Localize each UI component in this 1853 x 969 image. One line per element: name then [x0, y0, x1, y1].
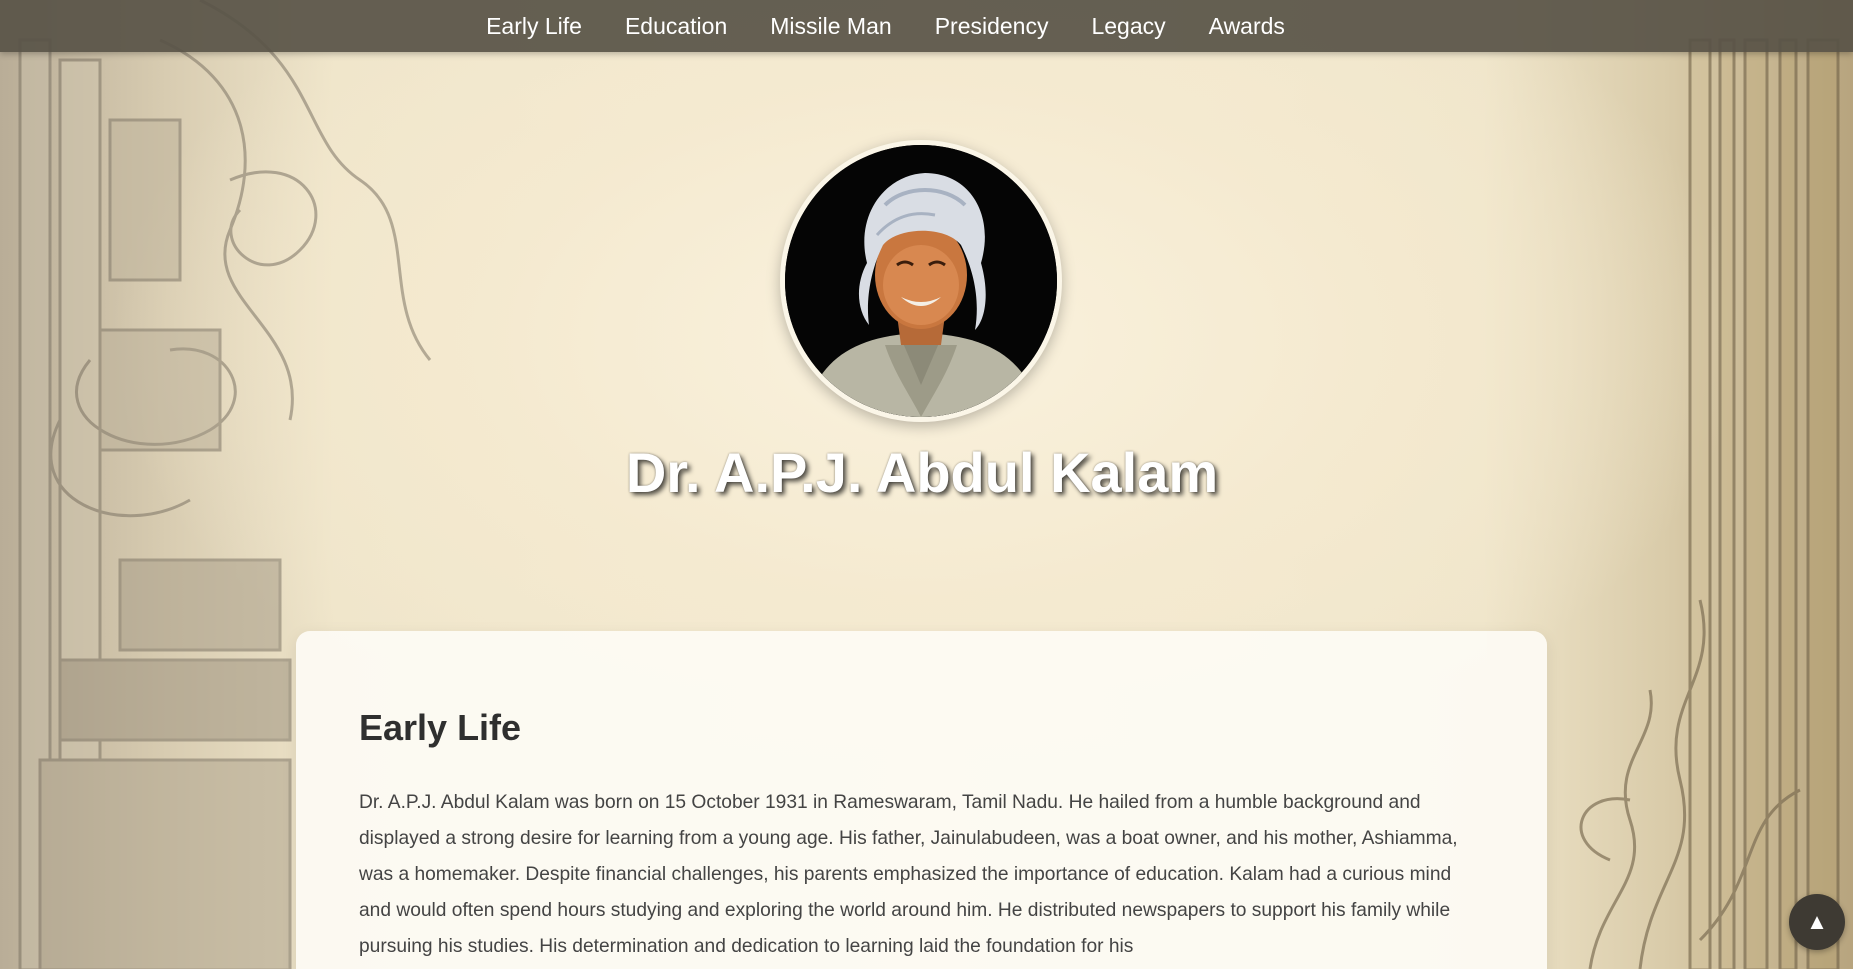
top-navbar: Early Life Education Missile Man Preside…: [0, 0, 1853, 52]
portrait-illustration: [785, 145, 1057, 417]
arrow-up-icon: ▲: [1806, 909, 1828, 934]
nav-link-awards[interactable]: Awards: [1209, 0, 1285, 52]
page-title: Dr. A.P.J. Abdul Kalam: [625, 441, 1219, 504]
nav-link-missile-man[interactable]: Missile Man: [770, 0, 891, 52]
section-heading: Early Life: [359, 707, 522, 748]
nav-links: Early Life Education Missile Man Preside…: [486, 0, 1285, 52]
nav-link-legacy[interactable]: Legacy: [1091, 0, 1165, 52]
scroll-to-top-button[interactable]: ▲: [1789, 894, 1845, 950]
profile-photo-image: [785, 145, 1057, 417]
profile-photo: [780, 140, 1062, 422]
section-body-text: Dr. A.P.J. Abdul Kalam was born on 15 Oc…: [359, 792, 1458, 957]
nav-link-early-life[interactable]: Early Life: [486, 0, 582, 52]
nav-link-presidency[interactable]: Presidency: [935, 0, 1049, 52]
nav-link-education[interactable]: Education: [625, 0, 727, 52]
early-life-section-card: Early Life Dr. A.P.J. Abdul Kalam was bo…: [296, 631, 1547, 969]
